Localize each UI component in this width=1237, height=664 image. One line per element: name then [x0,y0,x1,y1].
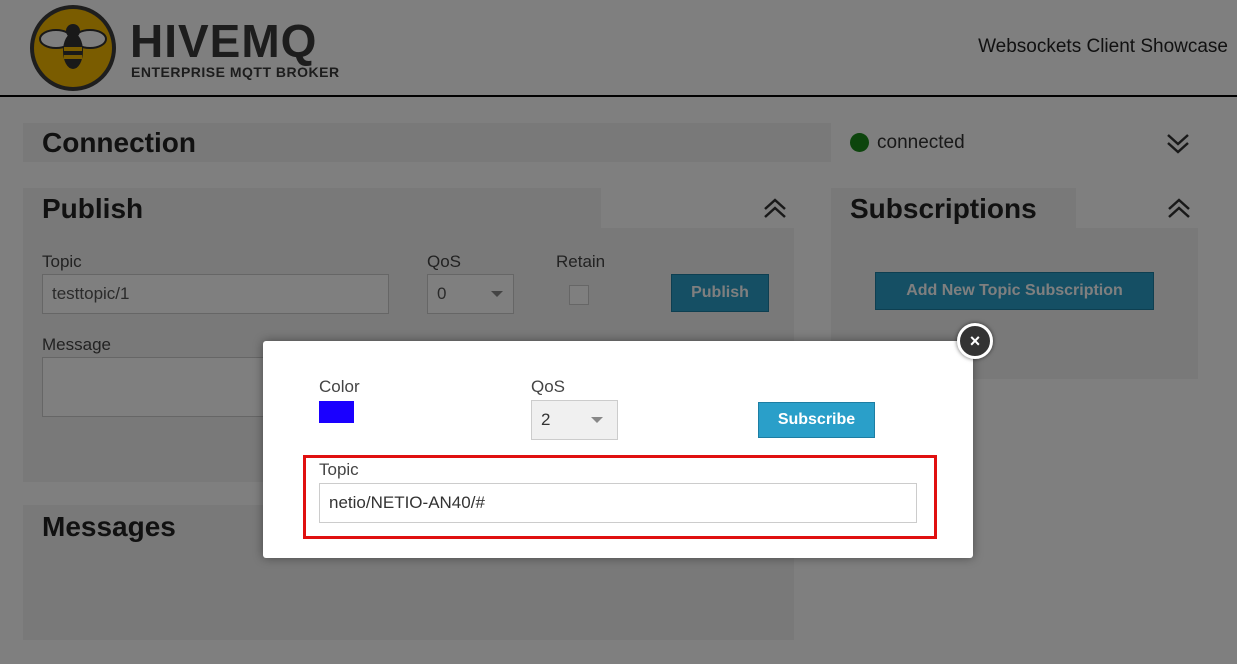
subscribe-qos-value: 2 [541,410,551,429]
subscribe-dialog: Color QoS 2 Subscribe Topic netio/NETIO-… [263,341,973,558]
dropdown-caret-icon [591,417,603,423]
modal-backdrop[interactable] [0,0,1237,664]
subscribe-qos-label: QoS [531,377,566,396]
subscribe-button[interactable]: Subscribe [758,402,875,438]
subscribe-topic-label: Topic [319,460,359,479]
close-icon[interactable]: × [957,323,993,359]
color-label: Color [319,377,360,396]
subscribe-qos-select[interactable]: 2 [531,400,618,440]
color-swatch[interactable] [319,401,354,423]
subscribe-topic-input[interactable]: netio/NETIO-AN40/# [319,483,917,523]
